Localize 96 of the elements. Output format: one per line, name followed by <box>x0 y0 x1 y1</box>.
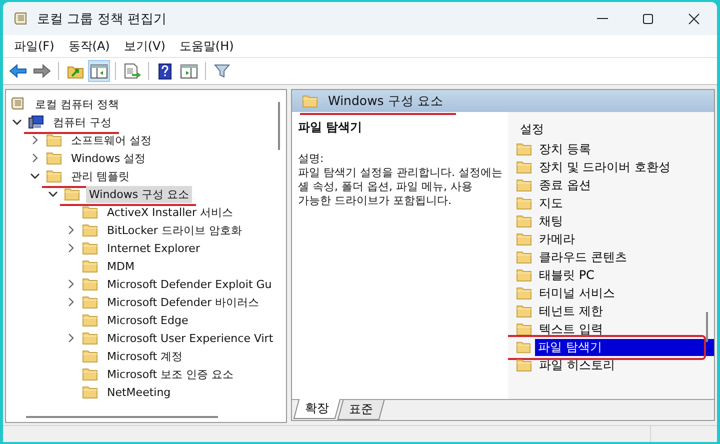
tree-item[interactable]: MDM <box>104 258 138 274</box>
folder-icon <box>82 331 98 345</box>
folder-icon <box>82 313 98 327</box>
setting-item[interactable]: 장치 등록 <box>536 140 594 158</box>
tree-item[interactable]: 로컬 컴퓨터 정책 <box>32 96 122 112</box>
scroll-icon <box>10 96 26 112</box>
tree-item[interactable]: NetMeeting <box>104 384 174 400</box>
tree-item[interactable]: Microsoft Edge <box>104 312 192 328</box>
setting-item[interactable]: 장치 및 드라이버 호환성 <box>536 158 674 176</box>
chevron-right-icon[interactable] <box>68 279 74 289</box>
setting-title: 파일 탐색기 <box>298 120 364 134</box>
view-tab[interactable]: 표준 <box>337 400 385 420</box>
menu-item[interactable]: 동작(A) <box>61 38 117 54</box>
folder-icon <box>64 187 80 201</box>
folder-icon <box>516 214 532 228</box>
folder-icon <box>82 295 98 309</box>
setting-item[interactable]: 테넌트 제한 <box>536 302 606 320</box>
chevron-down-icon[interactable] <box>12 118 22 126</box>
menu-item[interactable]: 파일(F) <box>7 38 62 54</box>
folder-icon <box>516 286 532 300</box>
tree-item[interactable]: Microsoft 보조 인증 요소 <box>104 366 237 382</box>
folder-icon <box>302 94 318 108</box>
folder-icon <box>516 178 532 192</box>
maximize-icon <box>642 12 654 24</box>
setting-item[interactable]: 채팅 <box>536 212 566 230</box>
description-label: 설명: <box>298 152 325 166</box>
tree-item[interactable]: Microsoft Defender Exploit Gu <box>104 276 275 292</box>
scrollbar-thumb[interactable] <box>706 312 708 342</box>
folder-icon <box>516 322 532 336</box>
column-header[interactable]: 설정 <box>514 120 714 138</box>
forward-arrow-icon[interactable] <box>33 64 51 78</box>
minimize-icon <box>596 18 608 19</box>
folder-icon <box>516 142 532 156</box>
description-text: 파일 탐색기 설정을 관리합니다. 설정에는 셸 속성, 폴더 옵션, 파일 메뉴, 사용 가능한 드라이브가 포함됩니다. <box>298 166 504 208</box>
tree-item[interactable]: 컴퓨터 구성 <box>50 114 114 130</box>
pane-header-title: Windows 구성 요소 <box>328 92 444 110</box>
tree-item[interactable]: ActiveX Installer 서비스 <box>104 204 236 220</box>
chevron-down-icon[interactable] <box>48 190 58 198</box>
chevron-right-icon[interactable] <box>68 243 74 253</box>
folder-icon <box>516 268 532 282</box>
menu-item[interactable]: 보기(V) <box>116 38 172 54</box>
close-icon <box>688 12 700 24</box>
folder-icon <box>516 196 532 210</box>
tree-item[interactable]: BitLocker 드라이브 암호화 <box>104 222 245 238</box>
chevron-right-icon[interactable] <box>68 297 74 307</box>
tree-item[interactable]: 소프트웨어 설정 <box>68 132 154 148</box>
tree-item[interactable]: Internet Explorer <box>104 240 203 256</box>
folder-icon <box>516 340 531 354</box>
chevron-down-icon[interactable] <box>30 172 40 180</box>
back-arrow-icon[interactable] <box>9 64 27 78</box>
chevron-right-icon[interactable] <box>68 333 74 343</box>
chevron-right-icon[interactable] <box>32 153 38 163</box>
tree-item[interactable]: Microsoft 계정 <box>104 348 186 364</box>
action-pane-icon[interactable] <box>180 64 198 78</box>
filter-icon[interactable] <box>214 63 230 79</box>
setting-item[interactable]: 터미널 서비스 <box>536 284 618 302</box>
scrollbar-thumb[interactable] <box>26 416 218 418</box>
setting-item[interactable]: 파일 탐색기 <box>534 338 714 356</box>
view-tab[interactable]: 확장 <box>293 399 341 419</box>
tree-item[interactable]: Windows 설정 <box>68 150 149 166</box>
folder-icon <box>516 304 532 318</box>
folder-icon <box>516 250 532 264</box>
folder-icon <box>82 385 98 399</box>
folder-icon <box>82 367 98 381</box>
show-tree-icon[interactable] <box>90 64 108 78</box>
folder-icon <box>82 205 98 219</box>
export-list-icon[interactable] <box>123 63 141 79</box>
tree-item[interactable]: Microsoft Defender 바이러스 <box>104 294 262 310</box>
folder-icon <box>46 151 62 165</box>
menu-item[interactable]: 도움말(H) <box>172 38 241 54</box>
setting-item[interactable]: 종료 옵션 <box>536 176 594 194</box>
setting-item[interactable]: 파일 히스토리 <box>536 356 618 374</box>
folder-icon <box>82 277 98 291</box>
folder-icon <box>46 133 62 147</box>
folder-icon <box>516 358 532 372</box>
setting-item[interactable]: 태블릿 PC <box>536 266 598 284</box>
chevron-right-icon[interactable] <box>68 225 74 235</box>
app-icon <box>13 10 29 26</box>
setting-item[interactable]: 카메라 <box>536 230 578 248</box>
setting-item[interactable]: 지도 <box>536 194 566 212</box>
folder-icon <box>82 223 98 237</box>
folder-up-icon[interactable] <box>66 64 84 78</box>
tree-item[interactable]: Microsoft User Experience Virt <box>104 330 276 346</box>
folder-icon <box>516 232 532 246</box>
chevron-right-icon[interactable] <box>32 135 38 145</box>
computer-icon <box>28 115 44 129</box>
setting-item[interactable]: 텍스트 입력 <box>536 320 606 338</box>
folder-icon <box>82 349 98 363</box>
window-title: 로컬 그룹 정책 편집기 <box>37 10 168 28</box>
scrollbar-thumb[interactable] <box>278 102 280 150</box>
folder-icon <box>82 241 98 255</box>
help-icon[interactable] <box>158 62 172 80</box>
setting-item[interactable]: 클라우드 콘텐츠 <box>536 248 630 266</box>
folder-icon <box>516 160 532 174</box>
folder-icon <box>46 169 62 183</box>
folder-icon <box>82 259 98 273</box>
